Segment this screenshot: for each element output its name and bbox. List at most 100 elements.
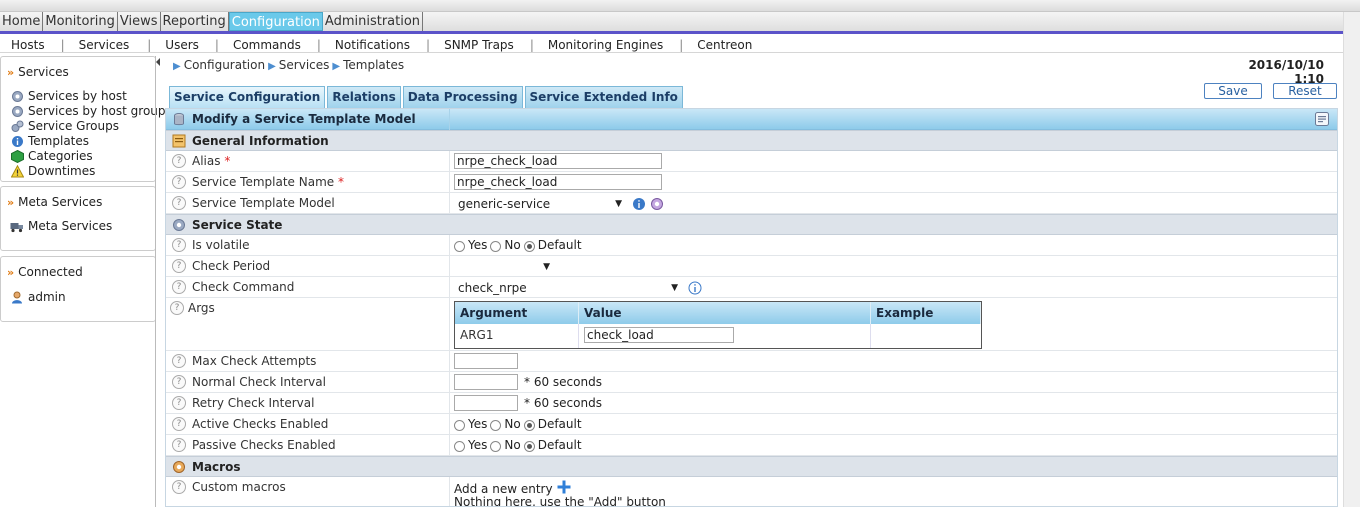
help-icon[interactable]: ? (172, 438, 186, 452)
check-period-select[interactable]: ▼ (450, 258, 554, 276)
is-volatile-default-radio[interactable] (523, 240, 535, 252)
submenu-centreon[interactable]: Centreon (697, 37, 752, 52)
submenu-commands[interactable]: Commands (233, 37, 301, 52)
sidebar-item-meta-services[interactable]: Meta Services (10, 219, 112, 234)
column-divider (449, 298, 450, 350)
help-icon[interactable]: ? (172, 396, 186, 410)
max-check-attempts-input[interactable] (454, 353, 518, 369)
sidebar-item-services-by-host-group[interactable]: Services by host group (10, 104, 166, 119)
chevron-down-icon: ▼ (671, 283, 678, 293)
gears-icon (10, 120, 24, 134)
breadcrumb-arrow-icon: ▶ (173, 61, 181, 72)
template-name-input[interactable]: nrpe_check_load (454, 174, 662, 190)
connected-panel: » Connected admin (0, 256, 156, 322)
submenu-notifications[interactable]: Notifications (335, 37, 410, 52)
menu-configuration[interactable]: Configuration (228, 12, 323, 31)
reset-button[interactable]: Reset (1273, 83, 1337, 99)
column-divider (449, 372, 450, 392)
chevron-down-icon: ▼ (615, 199, 622, 209)
info-icon[interactable] (632, 197, 646, 211)
help-icon[interactable]: ? (172, 480, 186, 494)
menu-views[interactable]: Views (118, 12, 161, 31)
radio-label: No (504, 417, 521, 431)
column-divider (449, 351, 450, 371)
check-command-select[interactable]: check_nrpe ▼ (454, 279, 682, 297)
row-template-name: ? Service Template Name * nrpe_check_loa… (166, 172, 1337, 193)
help-icon[interactable]: ? (172, 417, 186, 431)
column-divider (449, 277, 450, 297)
column-divider (449, 172, 450, 192)
menu-home[interactable]: Home (0, 12, 44, 31)
sidebar-item-templates[interactable]: Templates (10, 134, 89, 149)
template-info-icon (10, 135, 24, 149)
help-icon[interactable]: ? (172, 354, 186, 368)
help-icon[interactable]: ? (172, 375, 186, 389)
info-icon[interactable] (688, 281, 702, 295)
row-alias: ? Alias * nrpe_check_load (166, 151, 1337, 172)
help-icon[interactable]: ? (172, 175, 186, 189)
sidebar-item-services-by-host[interactable]: Services by host (10, 89, 127, 104)
is-volatile-yes-radio[interactable] (454, 240, 465, 252)
passive-checks-no-radio[interactable] (490, 440, 502, 452)
submenu-services[interactable]: Services (79, 37, 130, 52)
row-passive-checks: ? Passive Checks Enabled Yes No Default (166, 435, 1337, 456)
vertical-scrollbar[interactable] (1343, 12, 1360, 507)
tab-relations[interactable]: Relations (327, 86, 401, 108)
help-icon[interactable]: ? (172, 259, 186, 273)
breadcrumb-configuration[interactable]: Configuration (184, 58, 265, 72)
row-custom-macros: ? Custom macros Add a new entry Nothing … (166, 477, 1337, 507)
save-button[interactable]: Save (1204, 83, 1262, 99)
tab-service-configuration[interactable]: Service Configuration (169, 86, 326, 108)
is-volatile-no-radio[interactable] (490, 240, 502, 252)
arg1-value-input[interactable]: check_load (584, 327, 734, 343)
tab-service-extended-info[interactable]: Service Extended Info (524, 86, 683, 108)
normal-check-interval-input[interactable] (454, 374, 518, 390)
custom-macros-empty-text: Nothing here, use the "Add" button (454, 495, 666, 507)
sidebar-collapse-handle[interactable] (155, 56, 160, 507)
help-icon[interactable]: ? (172, 196, 186, 210)
meta-services-panel: » Meta Services Meta Services (0, 186, 156, 251)
submenu-separator: | (147, 38, 152, 52)
sidebar-item-service-groups[interactable]: Service Groups (10, 119, 119, 134)
interval-unit: * 60 seconds (524, 375, 602, 389)
menu-monitoring[interactable]: Monitoring (43, 12, 118, 31)
passive-checks-default-radio[interactable] (523, 440, 535, 452)
radio-label: Yes (468, 438, 488, 452)
active-checks-yes-radio[interactable] (454, 419, 465, 431)
connected-user[interactable]: admin (10, 290, 66, 305)
chevron-down-icon: ▼ (543, 262, 550, 272)
submenu-monitoring-engines[interactable]: Monitoring Engines (548, 37, 663, 52)
args-cell-example (871, 324, 981, 348)
help-icon[interactable]: ? (170, 301, 184, 315)
args-cell-argument: ARG1 (455, 324, 579, 348)
gear-icon[interactable] (650, 197, 664, 211)
menu-administration[interactable]: Administration (323, 12, 424, 31)
sidebar-item-downtimes[interactable]: Downtimes (10, 164, 95, 179)
alias-input[interactable]: nrpe_check_load (454, 153, 662, 169)
breadcrumb-services[interactable]: Services (279, 58, 330, 72)
tab-data-processing[interactable]: Data Processing (402, 86, 523, 108)
row-active-checks: ? Active Checks Enabled Yes No Default (166, 414, 1337, 435)
template-view-icon[interactable] (1315, 112, 1329, 129)
sidebar-item-categories[interactable]: Categories (10, 149, 93, 164)
breadcrumb-templates[interactable]: Templates (343, 58, 404, 72)
active-checks-no-radio[interactable] (490, 419, 502, 431)
gear-icon (172, 460, 186, 474)
args-header-example: Example (871, 302, 981, 324)
section-title: Macros (192, 460, 241, 474)
template-model-select[interactable]: generic-service ▼ (454, 195, 626, 213)
submenu-snmp-traps[interactable]: SNMP Traps (444, 37, 514, 52)
section-macros: Macros (166, 456, 1337, 477)
radio-label: Default (537, 438, 582, 452)
help-icon[interactable]: ? (172, 280, 186, 294)
active-checks-default-radio[interactable] (523, 419, 535, 431)
args-table: Argument Value Example ARG1 check_load (454, 301, 982, 349)
breadcrumb-arrow-icon: ▶ (332, 61, 341, 72)
help-icon[interactable]: ? (172, 238, 186, 252)
help-icon[interactable]: ? (172, 154, 186, 168)
submenu-hosts[interactable]: Hosts (11, 37, 45, 52)
passive-checks-yes-radio[interactable] (454, 440, 465, 452)
retry-check-interval-input[interactable] (454, 395, 518, 411)
submenu-users[interactable]: Users (165, 37, 199, 52)
menu-reporting[interactable]: Reporting (161, 12, 229, 31)
